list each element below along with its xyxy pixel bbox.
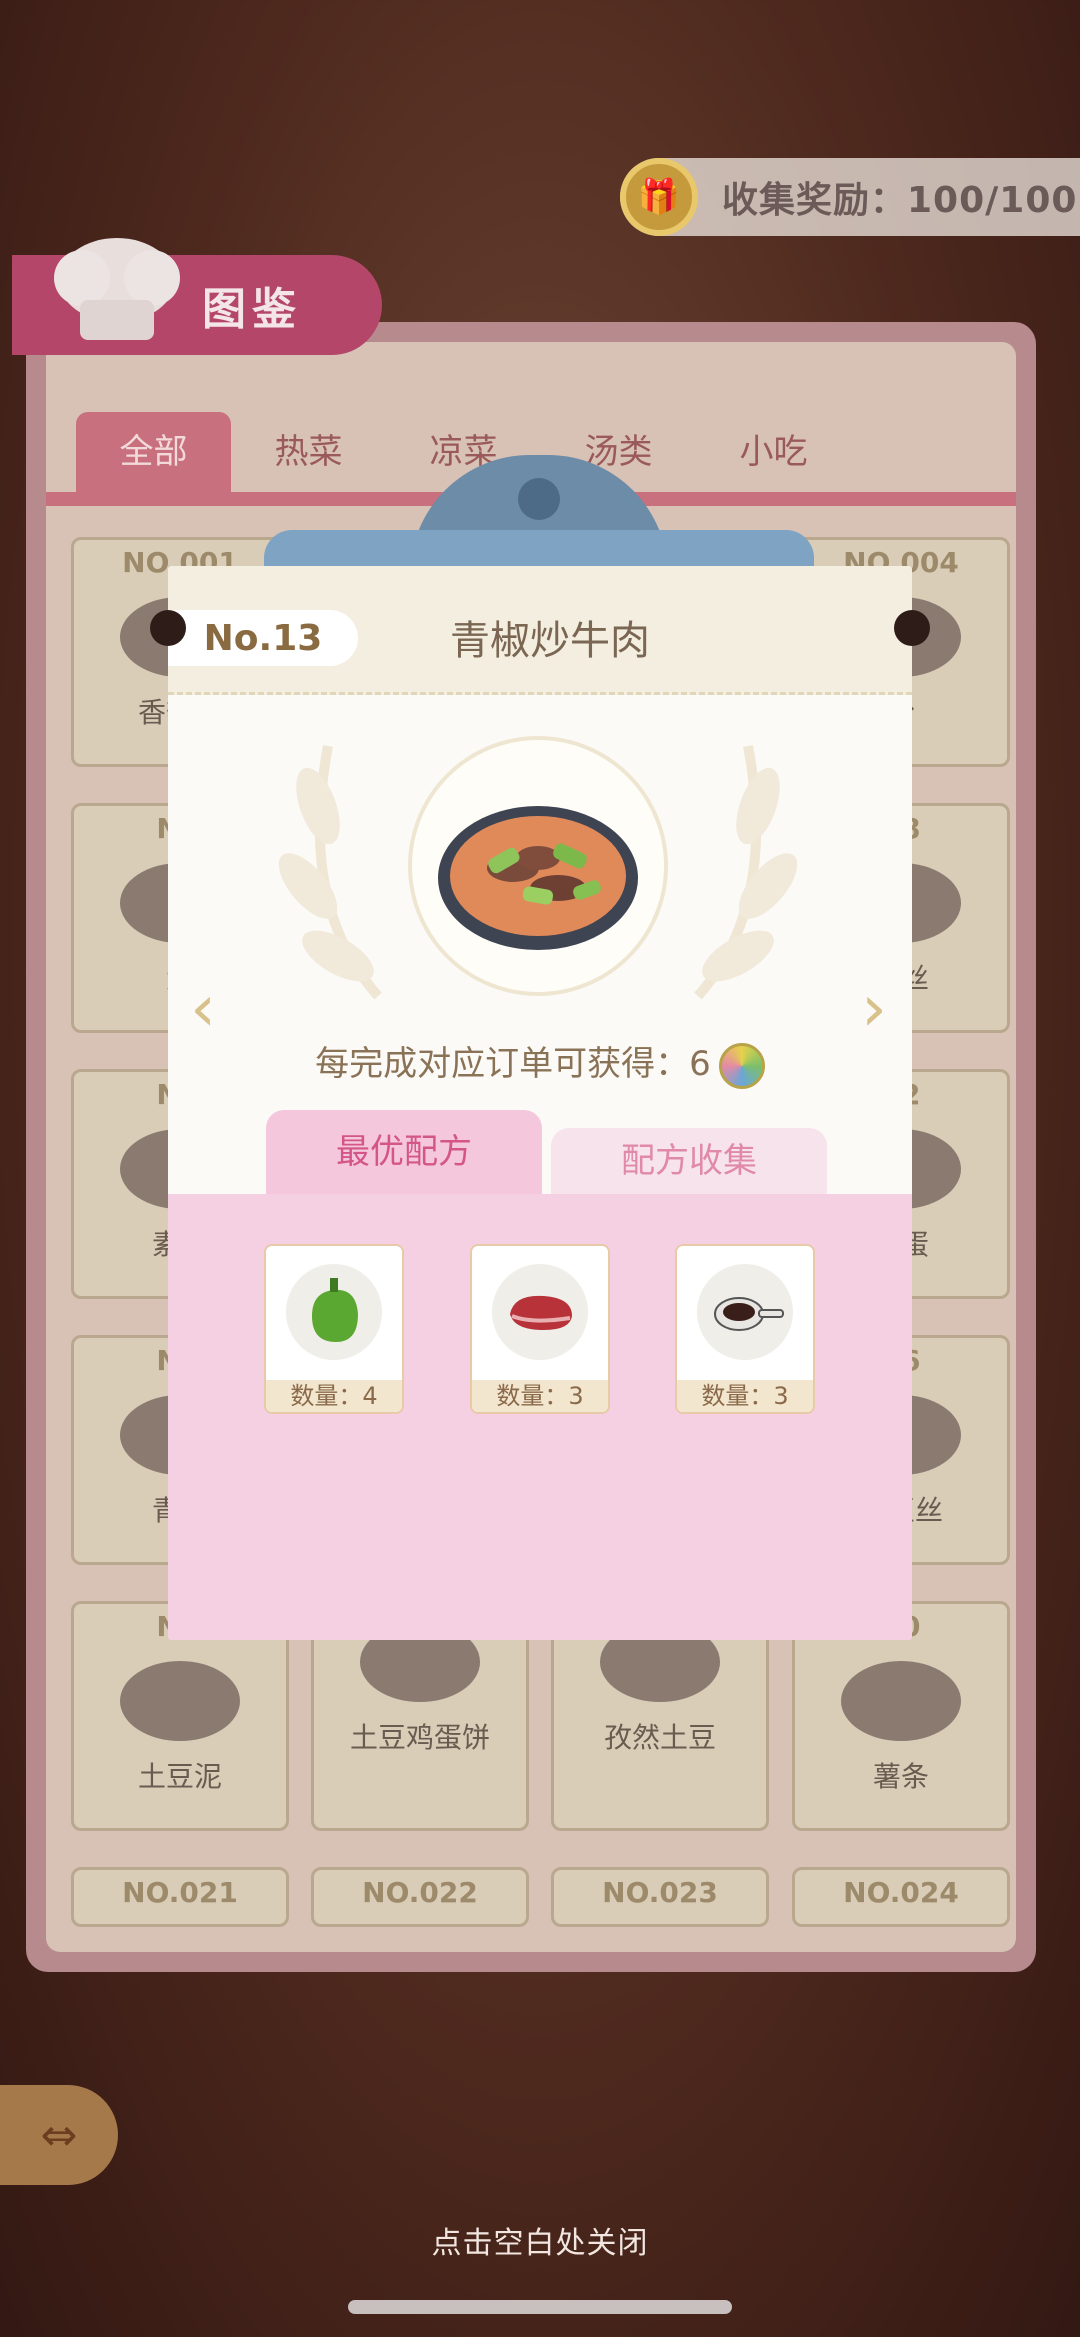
- ingredient-image-frame: [492, 1264, 588, 1360]
- ingredient-image-frame: [286, 1264, 382, 1360]
- ingredient-slot[interactable]: 数量：3: [470, 1244, 610, 1414]
- dish-card[interactable]: NO.024: [792, 1867, 1010, 1927]
- tab-recipe-collection[interactable]: 配方收集: [551, 1128, 827, 1194]
- arrow-expand-icon: ⇔: [40, 2109, 78, 2161]
- dish-image: [120, 1661, 240, 1741]
- expand-side-button[interactable]: ⇔: [0, 2085, 118, 2185]
- collection-reward-bar[interactable]: 🎁 收集奖励：100/100: [620, 158, 1080, 236]
- next-dish-button[interactable]: ›: [854, 977, 894, 1041]
- laurel-right-icon: [694, 745, 798, 1000]
- dish-card[interactable]: NO.021: [71, 1867, 289, 1927]
- ingredient-quantity: 数量：4: [266, 1380, 402, 1412]
- dish-title: 青椒炒牛肉: [450, 618, 650, 664]
- rainbow-coin-icon: [718, 1042, 765, 1089]
- ingredient-quantity: 数量：3: [472, 1380, 608, 1412]
- tab-all[interactable]: 全部: [76, 412, 231, 492]
- chef-hat-icon: [54, 238, 180, 340]
- dish-card-number: NO.023: [602, 1876, 718, 1909]
- ingredient-area: 数量：4 数量：3 数量：3: [168, 1194, 912, 1640]
- green-pepper-icon: [312, 1278, 358, 1342]
- modal-notch-left: [150, 610, 186, 646]
- dish-card-number: NO.024: [843, 1876, 959, 1909]
- home-indicator[interactable]: [348, 2300, 732, 2314]
- clipboard-hole: [518, 478, 560, 520]
- pepper-beef-dish-icon: [438, 806, 638, 950]
- tab-snacks[interactable]: 小吃: [696, 412, 851, 492]
- dish-card-name: 土豆泥: [137, 1760, 222, 1793]
- order-reward-info: 每完成对应订单可获得：6: [168, 1036, 912, 1089]
- close-hint[interactable]: 点击空白处关闭: [0, 2218, 1080, 2262]
- tab-hot-dishes[interactable]: 热菜: [231, 412, 386, 492]
- tab-best-recipe[interactable]: 最优配方: [266, 1110, 542, 1194]
- dish-card-number: NO.021: [122, 1876, 238, 1909]
- beef-icon: [510, 1295, 572, 1330]
- dish-card[interactable]: NO.022: [311, 1867, 529, 1927]
- dish-card-name: 薯条: [872, 1760, 929, 1793]
- previous-dish-button[interactable]: ‹: [183, 977, 223, 1041]
- ingredient-image-frame: [697, 1264, 793, 1360]
- ingredient-quantity: 数量：3: [677, 1380, 813, 1412]
- panel-title: 图鉴: [202, 284, 302, 335]
- dish-card-number: NO.022: [362, 1876, 478, 1909]
- gift-icon: 🎁: [620, 158, 698, 236]
- order-reward-text: 每完成对应订单可获得：6: [315, 1044, 711, 1084]
- modal-header: No.13 青椒炒牛肉: [168, 566, 912, 695]
- modal-notch-right: [894, 610, 930, 646]
- dish-detail-modal: No.13 青椒炒牛肉 ‹ › 每完成对应订单可获得：6 配方收集 最优配方 数…: [168, 566, 912, 1640]
- soy-sauce-icon: [714, 1297, 784, 1331]
- dish-card-name: 土豆鸡蛋饼: [349, 1721, 490, 1754]
- ingredient-slot[interactable]: 数量：3: [675, 1244, 815, 1414]
- dish-card[interactable]: NO.023: [551, 1867, 769, 1927]
- ingredient-slot[interactable]: 数量：4: [264, 1244, 404, 1414]
- dish-image: [841, 1661, 961, 1741]
- dish-card-name: 孜然土豆: [603, 1721, 716, 1754]
- laurel-left-icon: [278, 745, 382, 1000]
- panel-title-banner: 图鉴: [12, 238, 382, 355]
- collection-reward-label: 收集奖励：100/100: [722, 180, 1078, 221]
